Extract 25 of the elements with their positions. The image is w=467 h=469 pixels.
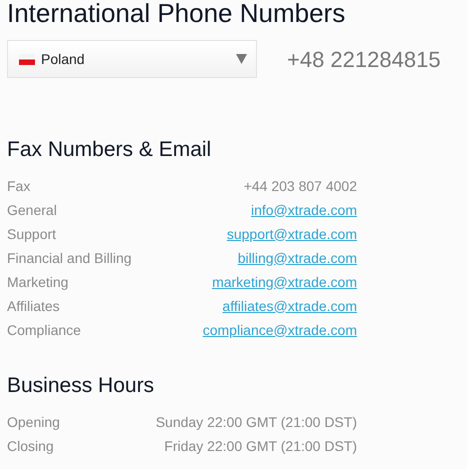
email-link[interactable]: support@xtrade.com bbox=[226, 224, 357, 244]
row-label: Marketing bbox=[7, 272, 68, 292]
section-heading: Fax Numbers & Email bbox=[7, 138, 212, 162]
country-select[interactable]: Poland bbox=[7, 40, 257, 78]
email-link[interactable]: compliance@xtrade.com bbox=[202, 320, 357, 340]
flag-icon bbox=[19, 54, 35, 64]
email-link[interactable]: info@xtrade.com bbox=[250, 200, 357, 220]
email-link[interactable]: billing@xtrade.com bbox=[238, 248, 357, 268]
row-label: Closing bbox=[7, 436, 54, 456]
caret-icon bbox=[236, 54, 247, 64]
row-label: Affiliates bbox=[7, 296, 60, 316]
row-label: Support bbox=[7, 224, 56, 244]
row-label: Opening bbox=[7, 412, 60, 432]
row-label: General bbox=[7, 200, 57, 220]
row-value: Sunday 22:00 GMT (21:00 DST) bbox=[156, 412, 357, 432]
row-label: Fax bbox=[7, 176, 30, 196]
row-label: Financial and Billing bbox=[7, 248, 132, 268]
page-title: International Phone Numbers bbox=[7, 0, 346, 26]
email-link[interactable]: marketing@xtrade.com bbox=[212, 272, 357, 292]
row-label: Compliance bbox=[7, 320, 81, 340]
section-heading: Business Hours bbox=[7, 374, 154, 398]
phone-number: +48 221284815 bbox=[287, 46, 441, 74]
row-value: Friday 22:00 GMT (21:00 DST) bbox=[164, 436, 357, 456]
row-value: +44 203 807 4002 bbox=[244, 176, 357, 196]
email-link[interactable]: affiliates@xtrade.com bbox=[222, 296, 357, 316]
